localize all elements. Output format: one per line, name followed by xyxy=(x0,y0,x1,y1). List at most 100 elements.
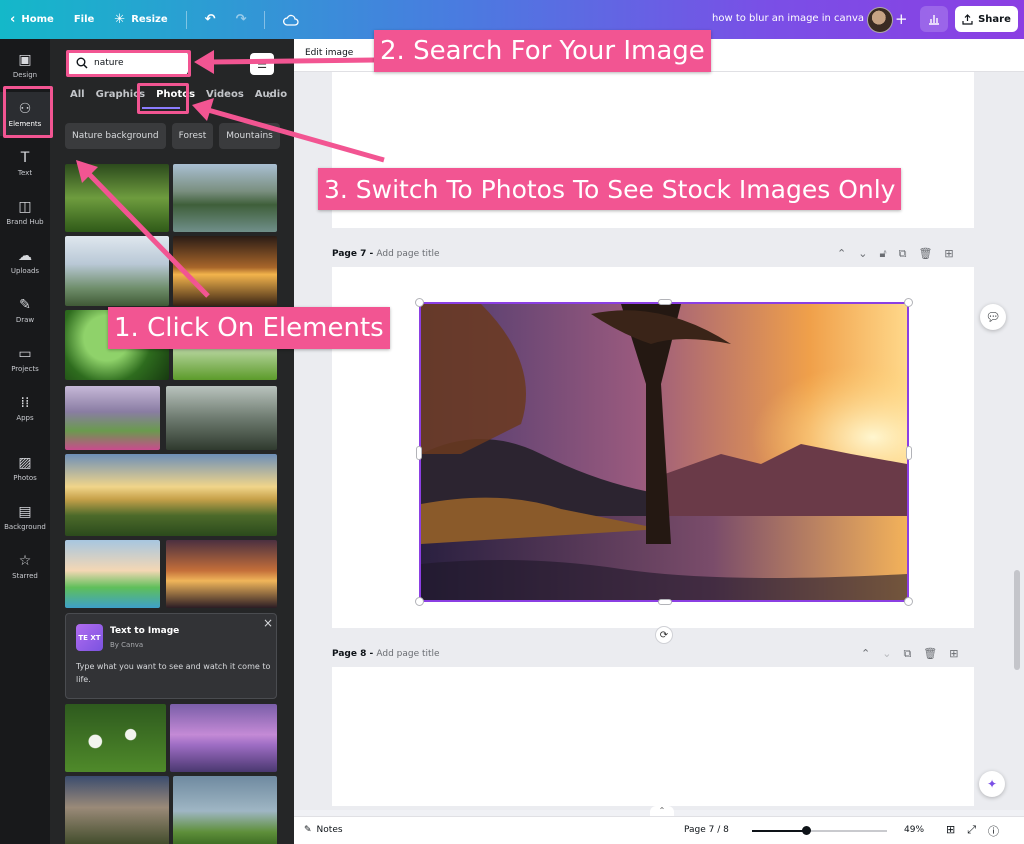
photo-result[interactable] xyxy=(65,164,169,232)
lock-icon[interactable]: 🔓︎ xyxy=(879,247,886,261)
rail-item-text[interactable]: T Text xyxy=(0,141,50,185)
tab-all[interactable]: All xyxy=(70,89,85,100)
chevron-up-icon[interactable]: ⌃ xyxy=(650,806,674,816)
step-2-callout: 2. Search For Your Image xyxy=(374,30,711,72)
magic-assistant-icon[interactable]: ✦ xyxy=(979,771,1005,797)
close-icon[interactable]: × xyxy=(263,616,273,630)
trash-icon[interactable]: 🗑︎ xyxy=(918,247,932,261)
rail-item-label: Photos xyxy=(13,473,37,482)
chip-mountains[interactable]: Mountains xyxy=(219,123,280,149)
photo-result[interactable] xyxy=(173,236,277,306)
elements-highlight-box xyxy=(3,86,53,138)
brand-icon: ◫ xyxy=(18,198,32,215)
add-page-icon[interactable]: ⊞ xyxy=(949,647,958,661)
add-collaborator-button[interactable]: + xyxy=(895,10,908,28)
rail-item-background[interactable]: ▤ Background xyxy=(0,495,50,539)
upload-icon xyxy=(962,13,973,25)
resize-handle-top[interactable] xyxy=(658,299,672,305)
bottom-bar: ✎ Notes Page 7 / 8 49% ⊞ ⤢ ⓘ xyxy=(294,816,1024,844)
text-to-image-title: Text to Image xyxy=(110,626,180,636)
elements-panel: ⚌ All Graphics Photos Videos Audio › Nat… xyxy=(50,39,294,844)
rotate-icon[interactable]: ⟳ xyxy=(655,626,673,644)
rail-item-label: Apps xyxy=(16,413,34,422)
notes-button[interactable]: ✎ Notes xyxy=(304,825,343,835)
comment-icon[interactable]: 💬︎ xyxy=(980,304,1006,330)
help-icon[interactable]: ⓘ xyxy=(988,823,999,839)
trash-icon[interactable]: 🗑︎ xyxy=(923,647,937,661)
photo-result[interactable] xyxy=(166,540,277,608)
redo-icon: ↷ xyxy=(235,12,247,27)
edit-image-button[interactable]: Edit image xyxy=(305,48,353,58)
bar-chart-icon xyxy=(929,15,939,25)
selected-image[interactable] xyxy=(419,302,909,602)
fullscreen-icon[interactable]: ⤢ xyxy=(967,823,976,839)
photo-result[interactable] xyxy=(173,164,277,232)
resize-handle-top-right[interactable] xyxy=(904,298,913,307)
photo-result[interactable] xyxy=(65,540,160,608)
undo-button[interactable]: ↶ xyxy=(195,0,226,39)
chip-forest[interactable]: Forest xyxy=(171,123,214,149)
photo-result[interactable] xyxy=(166,386,277,450)
rail-item-uploads[interactable]: ☁ Uploads xyxy=(0,239,50,283)
vertical-scrollbar[interactable] xyxy=(1014,570,1020,670)
toolbar-divider xyxy=(264,10,266,29)
rail-item-label: Uploads xyxy=(10,266,40,275)
grid-view-icon[interactable]: ⊞ xyxy=(946,823,955,839)
resize-handle-bottom[interactable] xyxy=(658,599,672,605)
text-to-image-card[interactable]: TE XT Text to Image By Canva × Type what… xyxy=(65,613,277,699)
tab-videos[interactable]: Videos xyxy=(206,89,244,100)
page-7-title-placeholder[interactable]: Add page title xyxy=(376,249,439,259)
resize-handle-top-left[interactable] xyxy=(415,298,424,307)
rail-item-projects[interactable]: ▭ Projects xyxy=(0,337,50,381)
duplicate-icon[interactable]: ⧉ xyxy=(899,247,907,261)
step-1-callout: 1. Click On Elements xyxy=(108,307,390,349)
rail-item-starred[interactable]: ☆ Starred xyxy=(0,544,50,588)
page-8-canvas[interactable] xyxy=(332,667,974,806)
photo-result[interactable] xyxy=(65,454,277,536)
zoom-slider-handle[interactable] xyxy=(802,826,811,835)
resize-button[interactable]: ✳ Resize xyxy=(104,0,177,39)
chevron-down-icon[interactable]: ⌄ xyxy=(882,647,891,661)
add-page-icon[interactable]: ⊞ xyxy=(944,247,953,261)
home-button[interactable]: ‹ Home xyxy=(0,0,64,39)
chip-nature-background[interactable]: Nature background xyxy=(65,123,166,149)
rail-item-draw[interactable]: ✎ Draw xyxy=(0,288,50,332)
photo-result[interactable] xyxy=(170,704,277,772)
document-title[interactable]: how to blur an image in canva xyxy=(712,13,864,24)
insights-button[interactable] xyxy=(920,6,948,32)
rail-item-apps[interactable]: ⁞⁞ Apps xyxy=(0,386,50,430)
avatar[interactable] xyxy=(867,7,893,33)
share-button[interactable]: Share xyxy=(955,6,1018,32)
photo-result[interactable] xyxy=(65,236,169,306)
rail-item-photos[interactable]: ▨ Photos xyxy=(0,446,50,490)
page-8-number: Page 8 - xyxy=(332,649,377,659)
resize-handle-right[interactable] xyxy=(906,446,912,460)
text-icon: T xyxy=(20,149,30,166)
resize-label: Resize xyxy=(131,14,168,25)
rail-item-design[interactable]: ▣ Design xyxy=(0,43,50,87)
chevron-down-icon[interactable]: ⌄ xyxy=(858,247,867,261)
chevron-up-icon[interactable]: ⌃ xyxy=(837,247,846,261)
zoom-level[interactable]: 49% xyxy=(904,825,924,835)
filter-button[interactable]: ⚌ xyxy=(250,53,274,75)
resize-handle-left[interactable] xyxy=(416,446,422,460)
redo-button[interactable]: ↷ xyxy=(226,0,257,39)
page-indicator[interactable]: Page 7 / 8 xyxy=(684,825,729,835)
cloud-save-status[interactable] xyxy=(273,0,309,39)
photo-result[interactable] xyxy=(65,386,160,450)
page-8-title-placeholder[interactable]: Add page title xyxy=(376,649,439,659)
photo-result[interactable] xyxy=(173,776,277,844)
duplicate-icon[interactable]: ⧉ xyxy=(903,647,911,661)
undo-icon: ↶ xyxy=(204,12,216,27)
zoom-slider[interactable] xyxy=(752,826,887,835)
rail-item-label: Projects xyxy=(11,364,39,373)
file-menu-button[interactable]: File xyxy=(64,0,104,39)
photo-result[interactable] xyxy=(65,776,169,844)
resize-handle-bottom-left[interactable] xyxy=(415,597,424,606)
rail-item-brand-hub[interactable]: ◫ Brand Hub xyxy=(0,190,50,234)
layout-icon: ▣ xyxy=(18,51,32,68)
chevron-right-icon[interactable]: › xyxy=(268,88,273,102)
photo-result[interactable] xyxy=(65,704,166,772)
resize-handle-bottom-right[interactable] xyxy=(904,597,913,606)
chevron-up-icon[interactable]: ⌃ xyxy=(861,647,870,661)
